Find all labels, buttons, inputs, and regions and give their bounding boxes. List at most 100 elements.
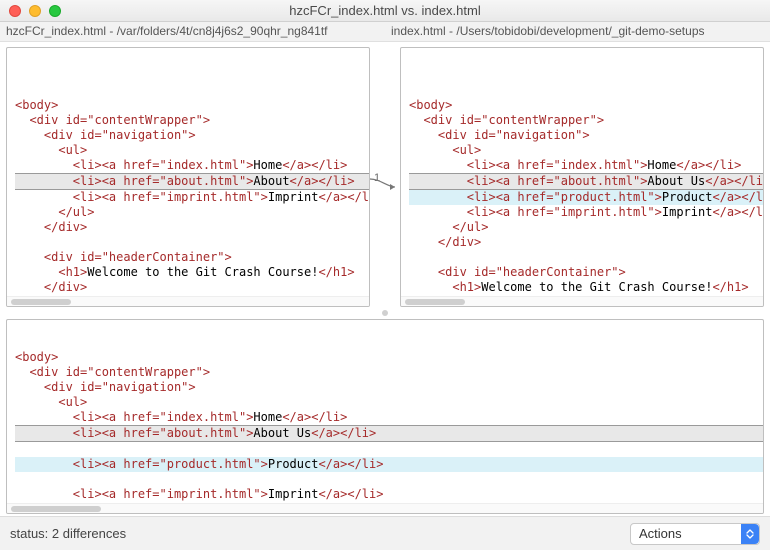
code-token: <body> xyxy=(409,98,452,112)
code-token: <a href="index.html"> xyxy=(102,410,254,424)
code-token: </ul> xyxy=(58,205,94,219)
code-token: <div id="headerContainer"> xyxy=(44,250,232,264)
code-token: <ul> xyxy=(58,143,87,157)
code-token: </a> xyxy=(318,190,347,204)
code-token: <a href="imprint.html"> xyxy=(102,190,268,204)
code-token: Imprint xyxy=(662,205,713,219)
code-token: <a href="about.html"> xyxy=(102,174,254,188)
status-value: 2 differences xyxy=(52,526,126,541)
code-token: </a> xyxy=(282,158,311,172)
right-code[interactable]: <body> <div id="contentWrapper"> <div id… xyxy=(401,48,763,296)
code-token: <ul> xyxy=(58,395,87,409)
code-token: </a> xyxy=(311,426,340,440)
code-token: </a> xyxy=(712,205,741,219)
titlebar[interactable]: hzcFCr_index.html vs. index.html xyxy=(0,0,770,22)
code-token: <div id="contentWrapper"> xyxy=(423,113,604,127)
code-token: </div> xyxy=(44,220,87,234)
merged-code[interactable]: <body> <div id="contentWrapper"> <div id… xyxy=(7,320,763,503)
code-token: <body> xyxy=(15,350,58,364)
code-token: </h1> xyxy=(318,265,354,279)
code-token: Home xyxy=(253,158,282,172)
file-paths-bar: hzcFCr_index.html - /var/folders/4t/cn8j… xyxy=(0,22,770,42)
right-file-path: index.html - /Users/tobidobi/development… xyxy=(385,22,770,41)
code-token: <li> xyxy=(467,174,496,188)
code-token: </h1> xyxy=(712,280,748,294)
status-bar: status: 2 differences Actions xyxy=(0,516,770,550)
code-token: Imprint xyxy=(268,487,319,501)
code-token: About Us xyxy=(253,426,311,440)
code-token: </li> xyxy=(734,174,763,188)
code-token: <div id="headerContainer"> xyxy=(438,265,626,279)
code-token: <a href="product.html"> xyxy=(496,190,662,204)
code-token: <div id="contentWrapper"> xyxy=(29,365,210,379)
code-token: <ul> xyxy=(452,143,481,157)
code-token: <div id="contentWrapper"> xyxy=(29,113,210,127)
code-token: <li> xyxy=(467,190,496,204)
window: hzcFCr_index.html vs. index.html hzcFCr_… xyxy=(0,0,770,550)
code-token: Welcome to the Git Crash Course! xyxy=(481,280,712,294)
code-token: </li> xyxy=(318,174,354,188)
left-code[interactable]: <body> <div id="contentWrapper"> <div id… xyxy=(7,48,369,296)
code-token: </a> xyxy=(290,174,319,188)
code-token: <a href="about.html"> xyxy=(496,174,648,188)
status-label: status: xyxy=(10,526,48,541)
pane-splitter[interactable] xyxy=(6,307,764,319)
scrollbar-thumb[interactable] xyxy=(11,506,101,512)
code-token: <li> xyxy=(73,410,102,424)
code-token: </a> xyxy=(282,410,311,424)
left-h-scrollbar[interactable] xyxy=(7,296,369,306)
merged-h-scrollbar[interactable] xyxy=(7,503,763,513)
code-token: <h1> xyxy=(58,265,87,279)
code-token: <a href="index.html"> xyxy=(102,158,254,172)
chevron-updown-icon xyxy=(741,524,759,544)
code-token: </li> xyxy=(340,426,376,440)
code-token: Home xyxy=(647,158,676,172)
code-token: </a> xyxy=(712,190,741,204)
code-token: About xyxy=(253,174,289,188)
code-token: Welcome to the Git Crash Course! xyxy=(87,265,318,279)
code-token: <a href="imprint.html"> xyxy=(102,487,268,501)
code-token: </li> xyxy=(705,158,741,172)
top-diff-row: <body> <div id="contentWrapper"> <div id… xyxy=(6,47,764,307)
code-token: <li> xyxy=(73,426,102,440)
code-token: Product xyxy=(662,190,713,204)
code-token: <li> xyxy=(467,205,496,219)
code-token: <a href="index.html"> xyxy=(496,158,648,172)
code-token: <div id="navigation"> xyxy=(438,128,590,142)
scrollbar-thumb[interactable] xyxy=(11,299,71,305)
code-token: <li> xyxy=(467,158,496,172)
code-token: <a href="product.html"> xyxy=(102,457,268,471)
code-token: <li> xyxy=(73,190,102,204)
diff-area: <body> <div id="contentWrapper"> <div id… xyxy=(0,42,770,516)
code-token: Product xyxy=(268,457,319,471)
left-pane[interactable]: <body> <div id="contentWrapper"> <div id… xyxy=(6,47,370,307)
code-token: </li> xyxy=(311,158,347,172)
actions-dropdown-label: Actions xyxy=(639,526,682,541)
code-token: <li> xyxy=(73,457,102,471)
code-token: <div id="navigation"> xyxy=(44,128,196,142)
code-token: <h1> xyxy=(452,280,481,294)
merged-pane[interactable]: <body> <div id="contentWrapper"> <div id… xyxy=(6,319,764,514)
code-token: <a href="imprint.html"> xyxy=(496,205,662,219)
code-token: </li> xyxy=(741,190,763,204)
code-token: </li> xyxy=(741,205,763,219)
code-token: </div> xyxy=(438,235,481,249)
code-token: </li> xyxy=(347,487,383,501)
code-token: About Us xyxy=(647,174,705,188)
code-token: Imprint xyxy=(268,190,319,204)
code-token: </ul> xyxy=(452,220,488,234)
code-token: <body> xyxy=(15,98,58,112)
actions-dropdown[interactable]: Actions xyxy=(630,523,760,545)
code-token: </li> xyxy=(311,410,347,424)
code-token: Home xyxy=(253,410,282,424)
splitter-handle-icon xyxy=(382,310,388,316)
code-token: <li> xyxy=(73,174,102,188)
right-h-scrollbar[interactable] xyxy=(401,296,763,306)
status-text: status: 2 differences xyxy=(10,526,126,541)
code-token: <li> xyxy=(73,158,102,172)
code-token: </li> xyxy=(347,190,369,204)
code-token: </div> xyxy=(44,280,87,294)
scrollbar-thumb[interactable] xyxy=(405,299,465,305)
arrow-icon xyxy=(370,177,400,193)
right-pane[interactable]: <body> <div id="contentWrapper"> <div id… xyxy=(400,47,764,307)
